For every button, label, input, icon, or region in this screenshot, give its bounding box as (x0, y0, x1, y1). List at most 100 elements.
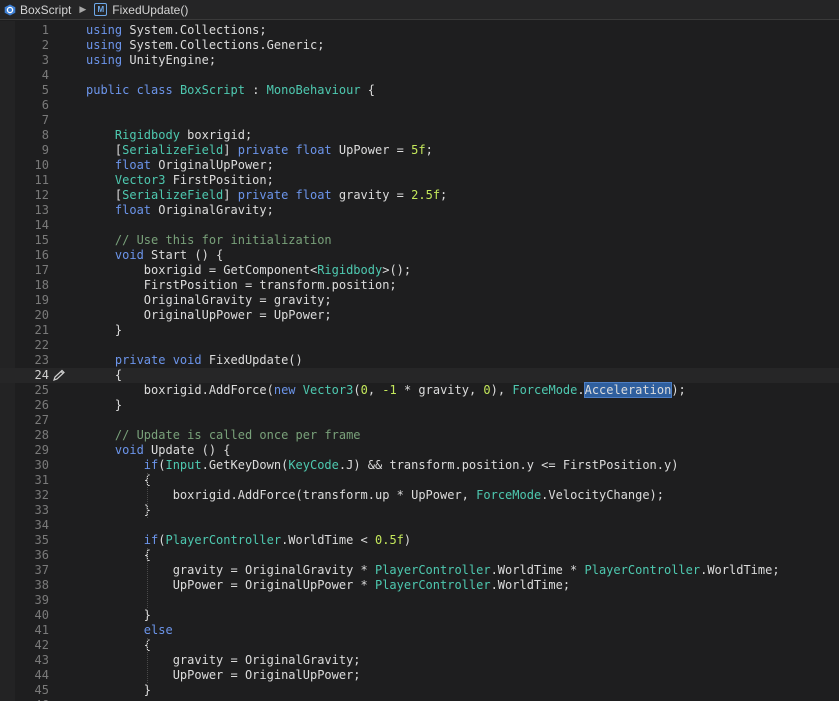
code-token: SerializeField (122, 188, 224, 202)
code-line[interactable]: 44 UpPower = OriginalUpPower; (0, 668, 839, 683)
code-line[interactable]: 35 if(PlayerController.WorldTime < 0.5f) (0, 533, 839, 548)
code-line[interactable]: 43 gravity = OriginalGravity; (0, 653, 839, 668)
code-token: MonoBehaviour (266, 83, 361, 97)
code-line[interactable]: 45 } (0, 683, 839, 698)
selected-text: Acceleration (583, 382, 673, 398)
code-token: // Use this for initialization (86, 233, 332, 247)
code-text: // Use this for initialization (86, 233, 332, 248)
code-line[interactable]: 36 { (0, 548, 839, 563)
code-text: } (86, 608, 151, 623)
code-text: Rigidbody boxrigid; (86, 128, 252, 143)
line-number: 2 (41, 38, 49, 52)
code-text: OriginalUpPower = UpPower; (86, 308, 332, 323)
code-line[interactable]: 6 (0, 98, 839, 113)
code-line[interactable]: 31 { (0, 473, 839, 488)
code-line[interactable]: 17 boxrigid = GetComponent<Rigidbody>(); (0, 263, 839, 278)
code-line[interactable]: 26 } (0, 398, 839, 413)
code-token: } (86, 398, 123, 412)
line-number: 4 (41, 68, 49, 82)
code-line[interactable]: 28 // Update is called once per frame (0, 428, 839, 443)
code-token: * gravity, (396, 383, 484, 397)
code-line[interactable]: 37 gravity = OriginalGravity * PlayerCon… (0, 563, 839, 578)
code-line[interactable]: 8 Rigidbody boxrigid; (0, 128, 839, 143)
code-line[interactable]: 1 using System.Collections; (0, 23, 839, 38)
code-line[interactable]: 34 (0, 518, 839, 533)
code-line[interactable]: 15 // Use this for initialization (0, 233, 839, 248)
code-token: ( (353, 383, 361, 397)
code-line[interactable]: 14 (0, 218, 839, 233)
code-line[interactable]: 3 using UnityEngine; (0, 53, 839, 68)
code-token: FirstPosition; (165, 173, 274, 187)
code-text: gravity = OriginalGravity; (86, 653, 361, 668)
code-line[interactable]: 16 void Start () { (0, 248, 839, 263)
breadcrumb-method[interactable]: M FixedUpdate() (94, 0, 188, 20)
code-line[interactable]: 42 { (0, 638, 839, 653)
csharp-file-icon (4, 4, 16, 15)
code-line[interactable]: 11 Vector3 FirstPosition; (0, 173, 839, 188)
line-number: 28 (34, 428, 49, 442)
code-token: : (244, 83, 267, 97)
line-number: 12 (34, 188, 49, 202)
code-line[interactable]: 32 boxrigid.AddForce(transform.up * UpPo… (0, 488, 839, 503)
code-token: .WorldTime < (281, 533, 375, 547)
breadcrumb-method-label: FixedUpdate() (112, 2, 189, 17)
code-token: .J) && transform.position.y <= FirstPosi… (338, 458, 679, 472)
line-number: 17 (34, 263, 49, 277)
code-line[interactable]: 40 } (0, 608, 839, 623)
code-token: System.Collections.Generic; (122, 38, 325, 52)
code-line[interactable]: 22 (0, 338, 839, 353)
code-token: >(); (382, 263, 412, 277)
code-token: UpPower = OriginalUpPower; (86, 668, 361, 682)
code-line[interactable]: 2 using System.Collections.Generic; (0, 38, 839, 53)
code-token: , (367, 383, 383, 397)
code-token: { (86, 548, 152, 562)
code-token: 0 (483, 383, 491, 397)
code-editor[interactable]: 1 using System.Collections; 2 using System.… (0, 21, 839, 701)
code-token: gravity = (331, 188, 412, 202)
code-line[interactable]: 33 } (0, 503, 839, 518)
code-token: ] (223, 143, 238, 157)
code-line[interactable]: 30 if(Input.GetKeyDown(KeyCode.J) && tra… (0, 458, 839, 473)
code-token: float (114, 203, 152, 217)
code-line[interactable]: 21 } (0, 323, 839, 338)
code-token: } (86, 608, 152, 622)
code-line[interactable]: 19 OriginalGravity = gravity; (0, 293, 839, 308)
line-number: 44 (34, 668, 49, 682)
edit-pencil-icon[interactable] (52, 369, 66, 382)
code-token: Rigidbody (317, 263, 383, 277)
code-line[interactable]: 20 OriginalUpPower = UpPower; (0, 308, 839, 323)
code-token: Vector3 (114, 173, 166, 187)
code-token: { (86, 473, 152, 487)
code-line[interactable]: 18 FirstPosition = transform.position; (0, 278, 839, 293)
code-line[interactable]: 23 private void FixedUpdate() (0, 353, 839, 368)
code-line[interactable]: 5 public class BoxScript : MonoBehaviour … (0, 83, 839, 98)
code-token: public class (86, 83, 173, 97)
code-line[interactable]: 13 float OriginalGravity; (0, 203, 839, 218)
code-text: OriginalGravity = gravity; (86, 293, 332, 308)
breadcrumb-file[interactable]: BoxScript (0, 0, 71, 20)
code-token: ); (671, 383, 686, 397)
code-line[interactable]: 25 boxrigid.AddForce(new Vector3(0, -1 *… (0, 382, 839, 398)
line-number: 32 (34, 488, 49, 502)
code-line[interactable]: 12 [SerializeField] private float gravit… (0, 188, 839, 203)
code-line[interactable]: 27 (0, 413, 839, 428)
code-line[interactable]: 4 (0, 68, 839, 83)
code-line[interactable]: 7 (0, 113, 839, 128)
code-line[interactable]: 24 { (0, 368, 839, 383)
code-token: OriginalUpPower; (151, 158, 274, 172)
code-token: .WorldTime; (490, 578, 571, 592)
code-text: gravity = OriginalGravity * PlayerContro… (86, 563, 780, 578)
code-line[interactable]: 9 [SerializeField] private float UpPower… (0, 143, 839, 158)
code-token: BoxScript (179, 83, 245, 97)
code-text: void Update () { (86, 443, 231, 458)
code-token: FixedUpdate() (201, 353, 303, 367)
code-line[interactable]: 10 float OriginalUpPower; (0, 158, 839, 173)
code-token: System.Collections; (122, 23, 267, 37)
code-line[interactable]: 39 (0, 593, 839, 608)
code-line[interactable]: 29 void Update () { (0, 443, 839, 458)
code-token: ForceMode (476, 488, 542, 502)
code-line[interactable]: 41 else (0, 623, 839, 638)
code-line[interactable]: 38 UpPower = OriginalUpPower * PlayerCon… (0, 578, 839, 593)
